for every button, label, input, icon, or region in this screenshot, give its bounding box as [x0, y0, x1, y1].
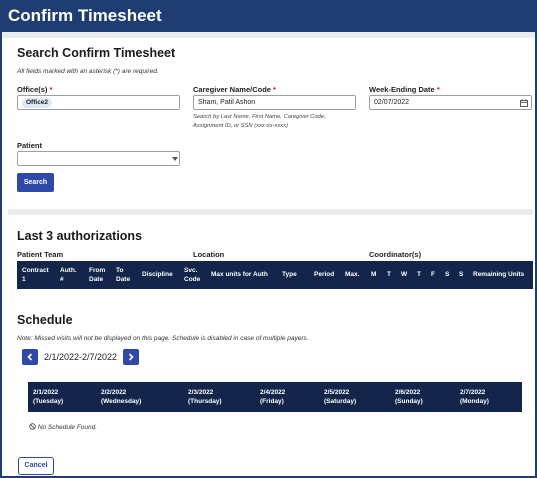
- column-header-sunday: S: [459, 271, 464, 278]
- caregiver-hint-line-1: Search by Last Name, First Name, Caregiv…: [193, 114, 326, 120]
- required-asterisk: *: [273, 85, 276, 94]
- week-ending-date-input[interactable]: 02/07/2022: [369, 95, 532, 110]
- week-ending-label: Week-Ending Date *: [369, 85, 440, 94]
- caregiver-hint-line-2: Assignment ID, or SSN (xxx-xx-xxxx): [193, 123, 289, 129]
- week-ending-label-text: Week-Ending Date: [369, 85, 435, 94]
- not-allowed-icon: [29, 423, 36, 430]
- office-label: Office(s) *: [17, 85, 52, 94]
- empty-schedule-message: No Schedule Found.: [29, 423, 97, 431]
- column-header-remaining-units: Remaining Units: [473, 271, 525, 278]
- app-window: Confirm Timesheet Search Confirm Timeshe…: [0, 0, 537, 478]
- column-header-tuesday: T: [387, 271, 391, 278]
- patient-team-label: Patient Team: [17, 250, 64, 259]
- chevron-down-icon: [172, 157, 178, 161]
- calendar-icon[interactable]: [520, 99, 528, 107]
- column-header-monday: M: [371, 271, 377, 278]
- schedule-day-header: 2/1/2022 (Tuesday): [33, 389, 64, 405]
- previous-week-button[interactable]: [22, 349, 38, 365]
- column-header-to-date: To Date: [116, 267, 131, 283]
- next-week-button[interactable]: [123, 349, 139, 365]
- column-header-auth: Auth. #: [60, 267, 77, 283]
- caregiver-label: Caregiver Name/Code *: [193, 85, 276, 94]
- schedule-day-header: 2/5/2022 (Saturday): [324, 389, 357, 405]
- empty-schedule-text: No Schedule Found.: [37, 424, 98, 431]
- column-header-wednesday: W: [401, 271, 408, 278]
- schedule-day-header: 2/4/2022 (Friday): [260, 389, 286, 405]
- schedule-day-header: 2/2/2022 (Wednesday): [101, 389, 142, 405]
- location-label: Location: [193, 250, 225, 259]
- column-header-svc-code: Svc. Code: [184, 267, 201, 283]
- title-bar: Confirm Timesheet: [2, 2, 535, 32]
- schedule-table-header: 2/1/2022 (Tuesday) 2/2/2022 (Wednesday) 2/…: [28, 382, 522, 412]
- search-heading: Search Confirm Timesheet: [17, 46, 176, 60]
- header-shadow: [2, 32, 535, 38]
- column-header-period: Period: [314, 271, 335, 278]
- schedule-heading: Schedule: [17, 313, 73, 327]
- column-header-max: Max.: [345, 271, 360, 278]
- column-header-max-units: Max units for Auth: [211, 271, 268, 278]
- patient-select[interactable]: [17, 151, 180, 166]
- patient-label: Patient: [17, 141, 43, 150]
- caregiver-label-text: Caregiver Name/Code: [193, 85, 271, 94]
- required-asterisk: *: [49, 85, 53, 94]
- column-header-contract: Contract 1: [22, 267, 49, 283]
- authorizations-table-header: Contract 1 Auth. # From Date To Date Discipl…: [17, 261, 533, 289]
- office-select[interactable]: Office2: [17, 95, 180, 110]
- coordinators-label: Coordinator(s): [369, 250, 422, 259]
- schedule-note: Note: Missed visits will not be displaye…: [17, 335, 309, 342]
- chevron-left-icon: [27, 353, 33, 361]
- authorizations-heading: Last 3 authorizations: [17, 229, 143, 243]
- cancel-button[interactable]: Cancel: [18, 457, 54, 475]
- required-note: All fields marked with an asterisk (*) a…: [17, 68, 159, 75]
- office-label-text: Office(s): [17, 85, 48, 94]
- column-header-discipline: Discipline: [142, 271, 173, 278]
- caregiver-input-value: Sham, Patil Ashon: [198, 99, 256, 106]
- date-range: 2/1/2022-2/7/2022: [44, 352, 118, 362]
- office-chip[interactable]: Office2: [22, 98, 53, 108]
- column-header-type: Type: [282, 271, 297, 278]
- required-asterisk: *: [436, 85, 440, 94]
- chevron-right-icon: [128, 353, 134, 361]
- week-ending-value: 02/07/2022: [374, 99, 410, 106]
- search-button[interactable]: Search: [17, 173, 54, 192]
- schedule-day-header: 2/6/2022 (Sunday): [395, 389, 423, 405]
- column-header-from-date: From Date: [89, 267, 106, 283]
- page-title: Confirm Timesheet: [8, 6, 162, 25]
- column-header-friday: F: [431, 271, 435, 278]
- column-header-saturday: S: [445, 271, 450, 278]
- schedule-day-header: 2/3/2022 (Thursday): [188, 389, 222, 405]
- schedule-day-header: 2/7/2022 (Monday): [460, 389, 489, 405]
- column-header-thursday: T: [417, 271, 421, 278]
- section-divider: [8, 209, 533, 215]
- caregiver-input[interactable]: Sham, Patil Ashon: [193, 95, 356, 110]
